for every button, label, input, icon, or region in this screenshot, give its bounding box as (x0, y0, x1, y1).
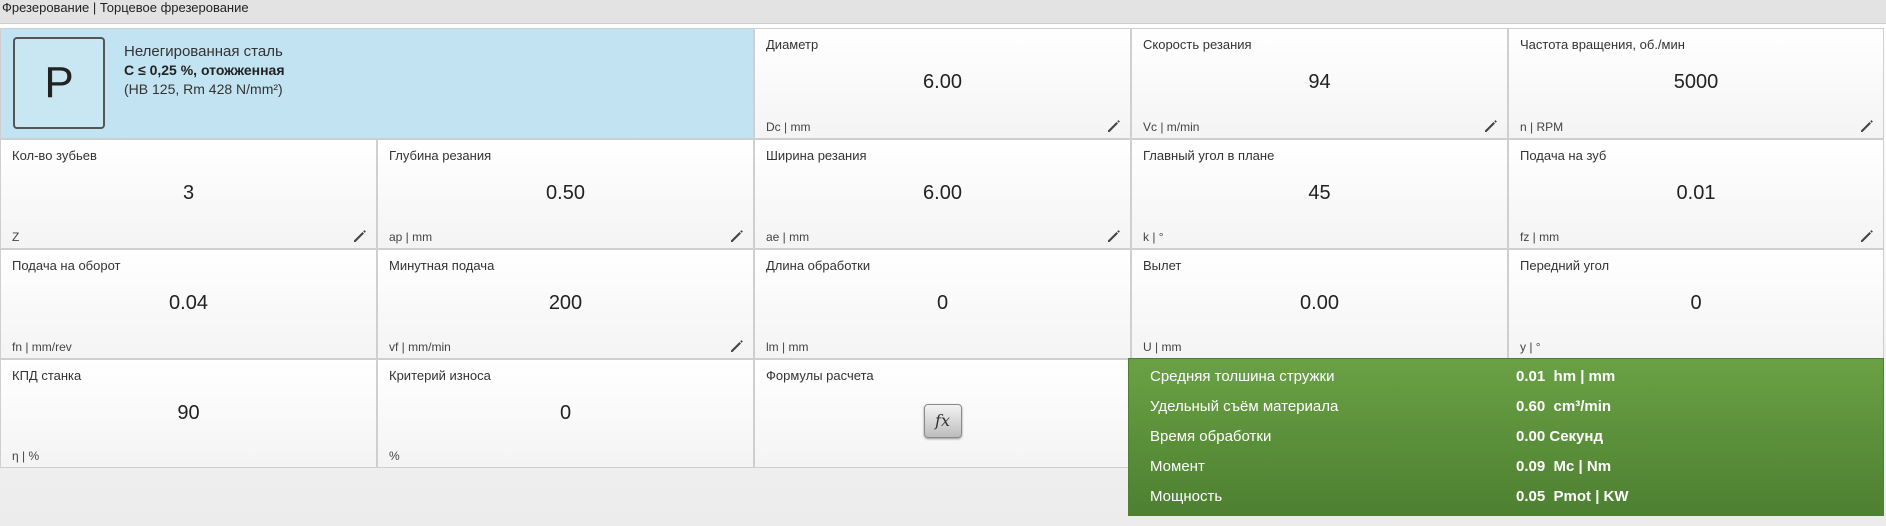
param-value: 0 (936, 292, 949, 314)
param-value: 0.04 (169, 292, 208, 314)
param-label: Скорость резания (1143, 37, 1252, 52)
result-row: Время обработки 0.00 Секунд (1129, 423, 1883, 453)
param-label: Передний угол (1520, 258, 1610, 273)
pencil-icon[interactable] (729, 228, 745, 244)
param-value: 200 (548, 292, 583, 314)
param-diameter[interactable]: Диаметр 6.00 Dc | mm (754, 28, 1131, 139)
param-label: Критерий износа (389, 368, 491, 383)
param-overhang[interactable]: Вылет 0.00 U | mm (1131, 249, 1508, 359)
result-row: Мощность 0.05 Pmot | KW (1129, 483, 1883, 513)
param-teeth-count[interactable]: Кол-во зубьев 3 Z (0, 139, 377, 249)
param-unit: k | ° (1143, 230, 1164, 244)
result-value: 0.01 hm | mm (1516, 368, 1616, 385)
param-feed-per-minute[interactable]: Минутная подача 200 vf | mm/min (377, 249, 754, 359)
param-unit: η | % (12, 449, 40, 463)
param-label: Частота вращения, об./мин (1520, 37, 1685, 52)
param-unit: ae | mm (766, 230, 810, 244)
result-label: Удельный съём материала (1150, 398, 1339, 415)
result-label: Время обработки (1150, 428, 1272, 445)
pencil-icon[interactable] (729, 338, 745, 354)
param-unit: Dc | mm (766, 120, 811, 134)
result-row: Удельный съём материала 0.60 cm³/min (1129, 393, 1883, 423)
param-label: Длина обработки (766, 258, 871, 273)
param-label: Диаметр (766, 37, 819, 52)
param-unit: n | RPM (1520, 120, 1564, 134)
param-unit: % (389, 449, 400, 463)
material-hardness: (HB 125, Rm 428 N/mm²) (124, 81, 283, 97)
pencil-icon[interactable] (1106, 118, 1122, 134)
result-value: 0.60 cm³/min (1516, 398, 1612, 415)
result-label: Мощность (1150, 488, 1223, 505)
param-unit: fz | mm (1520, 230, 1560, 244)
param-value: 6.00 (923, 71, 962, 93)
param-value: 0.50 (546, 182, 585, 204)
material-condition: C ≤ 0,25 %, отожженная (124, 62, 285, 78)
result-label: Момент (1150, 458, 1205, 475)
window-title: Фрезерование | Торцевое фрезерование (0, 0, 1886, 24)
param-feed-per-tooth[interactable]: Подача на зуб 0.01 fz | mm (1508, 139, 1884, 249)
param-label: Кол-во зубьев (12, 148, 97, 163)
param-unit: Z (12, 230, 20, 244)
material-name: Нелегированная сталь (124, 43, 283, 60)
param-label: Минутная подача (389, 258, 495, 273)
param-label: КПД станка (12, 368, 82, 383)
result-value: 0.09 Mc | Nm (1516, 458, 1612, 475)
param-value: 6.00 (923, 182, 962, 204)
param-value: 0 (559, 402, 572, 424)
param-label: Глубина резания (389, 148, 492, 163)
param-cutting-width[interactable]: Ширина резания 6.00 ae | mm (754, 139, 1131, 249)
material-group-badge: P (13, 37, 105, 129)
param-machine-efficiency[interactable]: КПД станка 90 η | % (0, 359, 377, 468)
param-label: Ширина резания (766, 148, 867, 163)
pencil-icon[interactable] (1859, 228, 1875, 244)
result-row: Средняя толшина стружки 0.01 hm | mm (1129, 363, 1883, 393)
param-label: Подача на оборот (12, 258, 121, 273)
param-unit: lm | mm (766, 340, 809, 354)
param-value: 0 (1690, 292, 1702, 314)
param-unit: y | ° (1520, 340, 1541, 354)
result-row: Момент 0.09 Mc | Nm (1129, 453, 1883, 483)
param-label: Подача на зуб (1520, 148, 1607, 163)
param-spindle-speed[interactable]: Частота вращения, об./мин 5000 n | RPM (1508, 28, 1884, 139)
param-value: 0.01 (1676, 182, 1716, 204)
param-wear-criterion[interactable]: Критерий износа 0 % (377, 359, 754, 468)
param-value: 45 (1308, 182, 1331, 204)
pencil-icon[interactable] (1859, 118, 1875, 134)
pencil-icon[interactable] (352, 228, 368, 244)
result-value: 0.00 Секунд (1516, 428, 1603, 445)
param-value: 90 (177, 402, 200, 424)
param-rake-angle[interactable]: Передний угол 0 y | ° (1508, 249, 1884, 359)
param-lead-angle[interactable]: Главный угол в плане 45 k | ° (1131, 139, 1508, 249)
param-value: 94 (1308, 71, 1331, 93)
results-panel: Средняя толшина стружки 0.01 hm | mm Уде… (1128, 358, 1884, 516)
param-unit: fn | mm/rev (12, 340, 72, 354)
param-cutting-depth[interactable]: Глубина резания 0.50 ap | mm (377, 139, 754, 249)
pencil-icon[interactable] (1106, 228, 1122, 244)
param-cutting-speed[interactable]: Скорость резания 94 Vc | m/min (1131, 28, 1508, 139)
material-card[interactable]: P Нелегированная сталь C ≤ 0,25 %, отожж… (0, 28, 754, 139)
param-feed-per-rev[interactable]: Подача на оборот 0.04 fn | mm/rev (0, 249, 377, 359)
param-label: Главный угол в плане (1143, 148, 1275, 163)
formulas-cell: Формулы расчета fx (754, 359, 1131, 468)
param-machining-length[interactable]: Длина обработки 0 lm | mm (754, 249, 1131, 359)
param-label: Вылет (1143, 258, 1182, 273)
formulas-button[interactable]: fx (923, 404, 962, 438)
result-value: 0.05 Pmot | KW (1516, 488, 1629, 505)
param-value: 0.00 (1300, 292, 1339, 314)
param-unit: ap | mm (389, 230, 433, 244)
param-unit: vf | mm/min (389, 340, 451, 354)
pencil-icon[interactable] (1483, 118, 1499, 134)
result-label: Средняя толшина стружки (1150, 368, 1335, 385)
param-unit: Vc | m/min (1143, 120, 1200, 134)
param-unit: U | mm (1143, 340, 1182, 354)
param-value: 3 (182, 182, 195, 204)
param-value: 5000 (1673, 71, 1719, 93)
formulas-label: Формулы расчета (766, 368, 874, 383)
